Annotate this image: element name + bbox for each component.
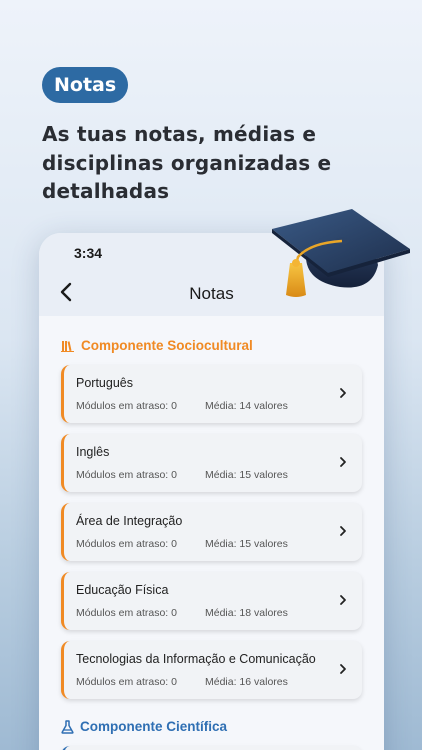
late-modules: Módulos em atraso: 0 [76,538,177,550]
graduation-cap-icon [272,209,410,297]
subject-name: Tecnologias da Informação e Comunicação [76,652,316,666]
chevron-right-icon [340,388,346,398]
subject-name: Português [76,376,133,390]
section-sociocultural: Componente Sociocultural [61,338,362,353]
subject-name: Educação Física [76,583,169,597]
chevron-right-icon [340,457,346,467]
chevron-right-icon [340,526,346,536]
late-modules: Módulos em atraso: 0 [76,676,177,688]
grades-list: Componente Sociocultural Português Módulo… [39,316,384,750]
average-grade: Média: 15 valores [205,538,288,550]
subject-card[interactable]: Tecnologias da Informação e Comunicação M… [61,641,362,699]
late-modules: Módulos em atraso: 0 [76,469,177,481]
notas-badge: Notas [42,67,129,103]
section-title: Componente Sociocultural [81,338,253,353]
section-cientifica: Componente Científica [61,719,362,734]
late-modules: Módulos em atraso: 0 [76,400,177,412]
subject-card[interactable]: Educação Física Módulos em atraso: 0 Média… [61,572,362,630]
status-bar-time: 3:34 [74,245,103,261]
headline: As tuas notas, médias e disciplinas orga… [42,122,332,203]
subject-card[interactable]: Inglês Módulos em atraso: 0 Média: 15 valo… [61,434,362,492]
late-modules: Módulos em atraso: 0 [76,607,177,619]
average-grade: Média: 16 valores [205,676,288,688]
subject-card[interactable]: Área de Integração Módulos em atraso: 0 Mé… [61,503,362,561]
chevron-right-icon [340,595,346,605]
subject-card-partial[interactable] [61,746,362,750]
average-grade: Média: 14 valores [205,400,288,412]
subject-name: Inglês [76,445,110,459]
flask-icon [61,719,74,734]
section-title: Componente Científica [80,719,228,734]
average-grade: Média: 18 valores [205,607,288,619]
subject-card[interactable]: Português Módulos em atraso: 0 Média: 14 v… [61,365,362,423]
subject-name: Área de Integração [76,514,183,528]
library-icon [61,341,74,352]
average-grade: Média: 15 valores [205,469,288,481]
chevron-right-icon [340,664,346,674]
phone-mockup: 3:34 Notas Componente Sociocultural Port… [39,233,384,750]
